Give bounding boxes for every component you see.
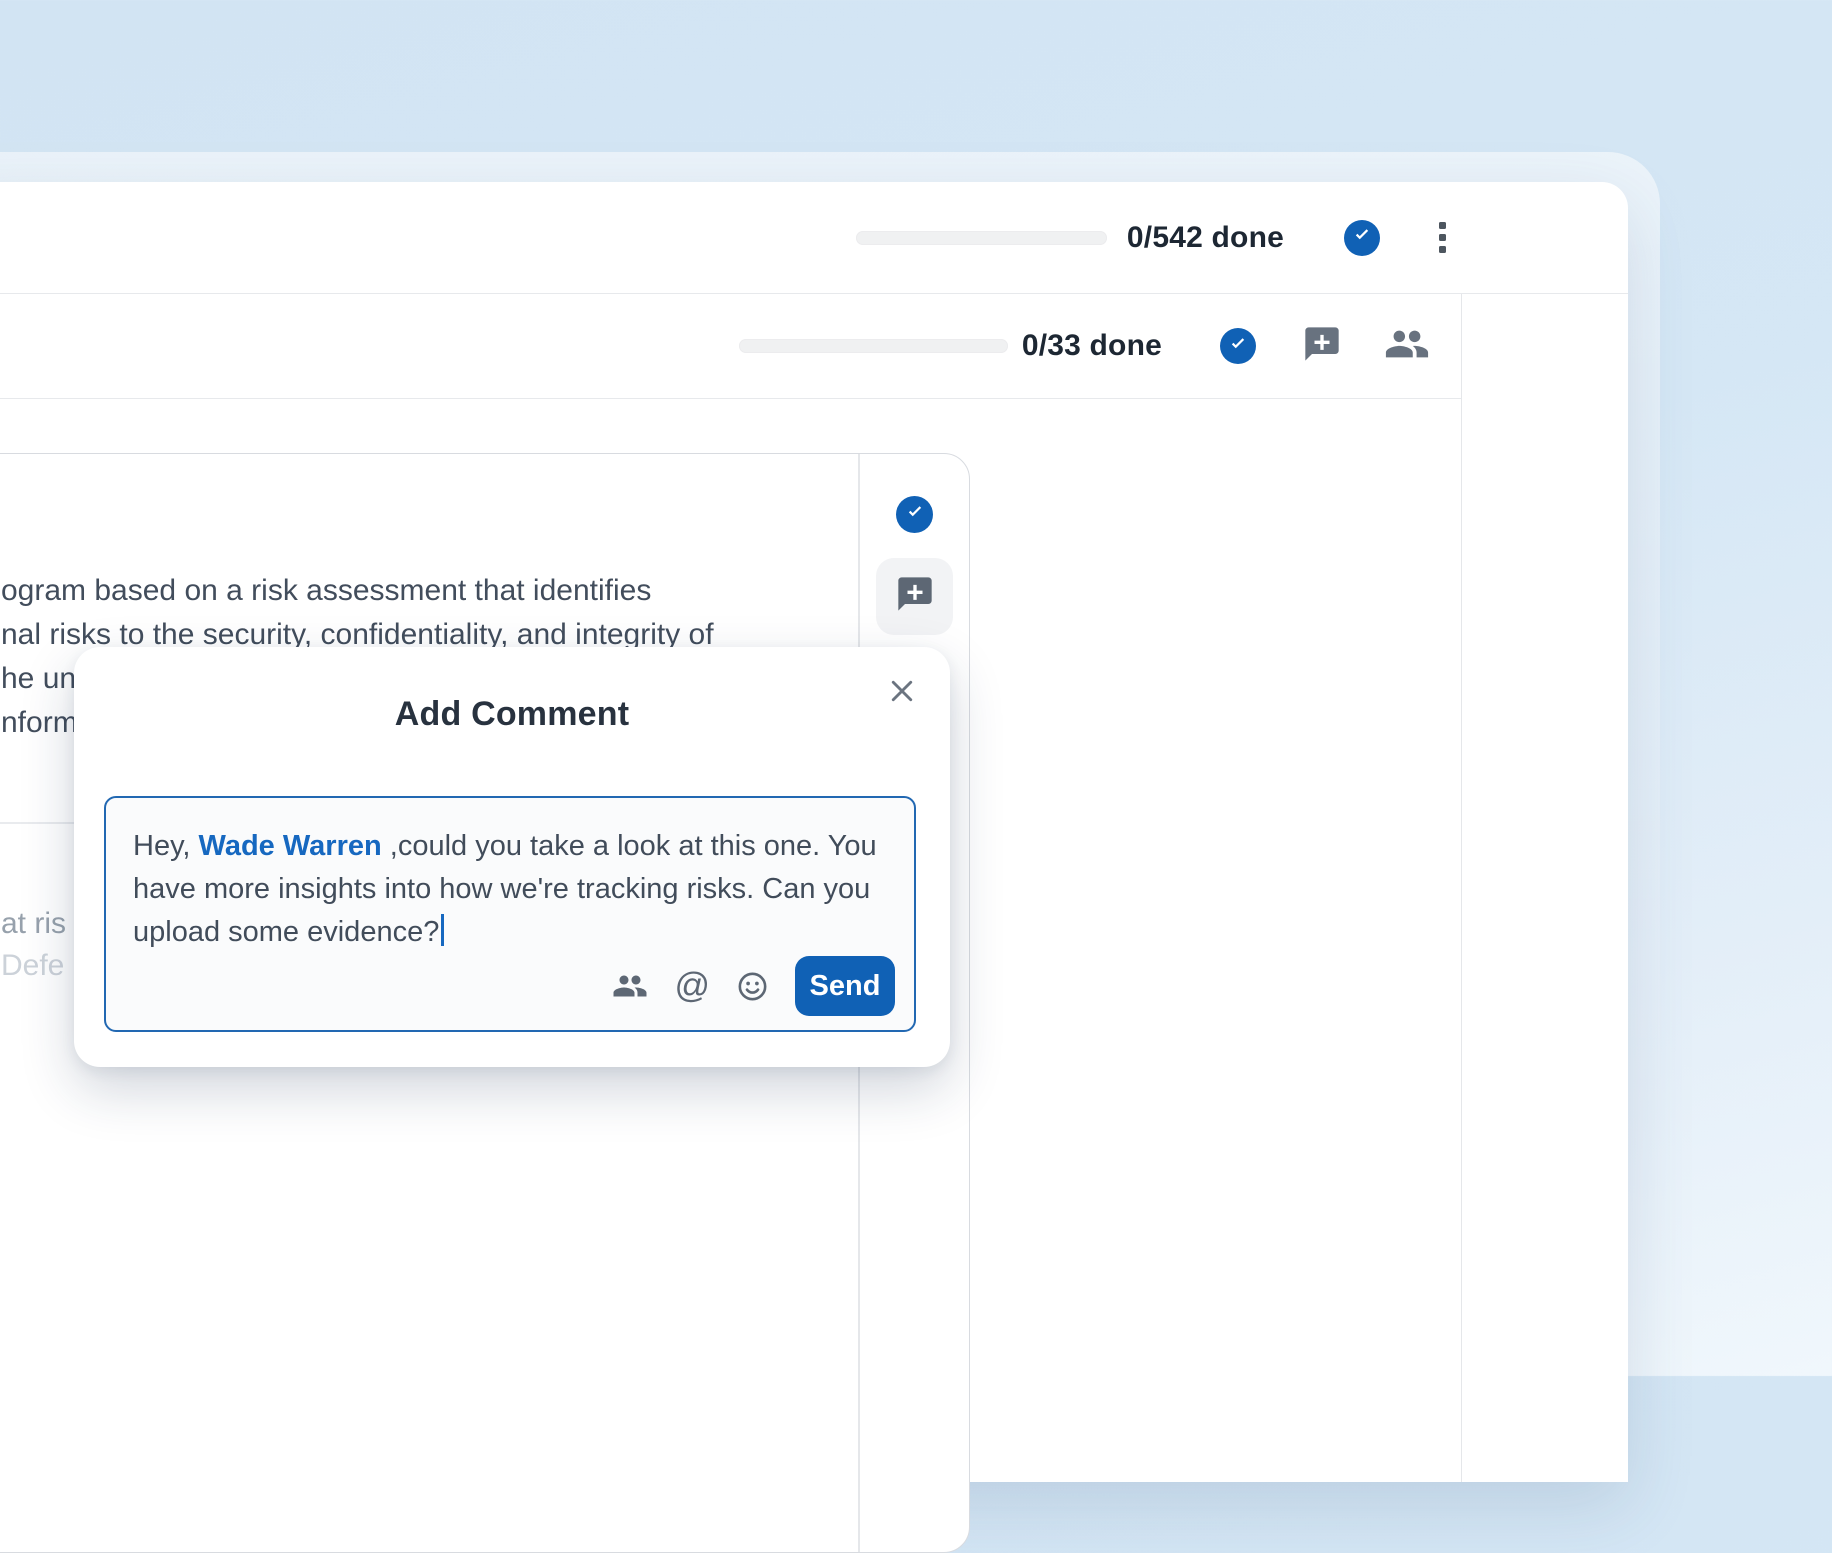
main-panel: 0/33 done ogram based on a risk assessme… [0,294,1461,1482]
app-window: 0/542 done 0/33 done [0,182,1628,1482]
send-button[interactable]: Send [795,956,895,1016]
section-progress-label: 0/33 done [1022,329,1162,363]
card-add-comment-button[interactable] [876,558,953,635]
control-workarea: ogram based on a risk assessment that id… [0,399,1461,1482]
assign-people-icon[interactable] [612,968,648,1004]
mention-icon[interactable]: @ [674,968,710,1003]
overflow-menu-icon[interactable] [1437,217,1448,258]
check-icon [904,501,926,528]
checklist-header: 0/542 done [0,182,1628,294]
comment-prefix: Hey, [133,830,199,862]
mark-all-done-button[interactable] [1344,220,1380,256]
add-comment-icon[interactable] [1302,324,1342,369]
add-comment-modal: Add Comment Hey, Wade Warren ,could you … [74,647,950,1067]
modal-title: Add Comment [74,695,950,734]
comment-input[interactable]: Hey, Wade Warren ,could you take a look … [104,796,916,1032]
check-icon [1227,333,1249,360]
comment-text: Hey, Wade Warren ,could you take a look … [133,825,888,954]
section-done-button[interactable] [1220,328,1256,364]
right-panel [1461,294,1628,1482]
assignees-icon[interactable] [1384,321,1430,372]
section-progressbar [739,339,1008,353]
check-icon [1351,224,1373,251]
muted-description-line: at ris [1,907,66,941]
mention-link[interactable]: Wade Warren [199,830,382,862]
text-caret [441,914,444,946]
composer-toolbar: @ Send [612,956,895,1016]
card-action-rail [858,454,971,635]
card-done-button[interactable] [896,496,933,533]
section-header: 0/33 done [0,294,1461,399]
overall-progressbar [856,231,1107,245]
description-line: ogram based on a risk assessment that id… [1,569,714,613]
close-icon[interactable] [886,675,918,707]
faint-description-line: Defe [1,949,64,983]
emoji-icon[interactable] [736,970,769,1003]
overall-progress-label: 0/542 done [1127,221,1284,255]
add-comment-icon [895,574,935,619]
